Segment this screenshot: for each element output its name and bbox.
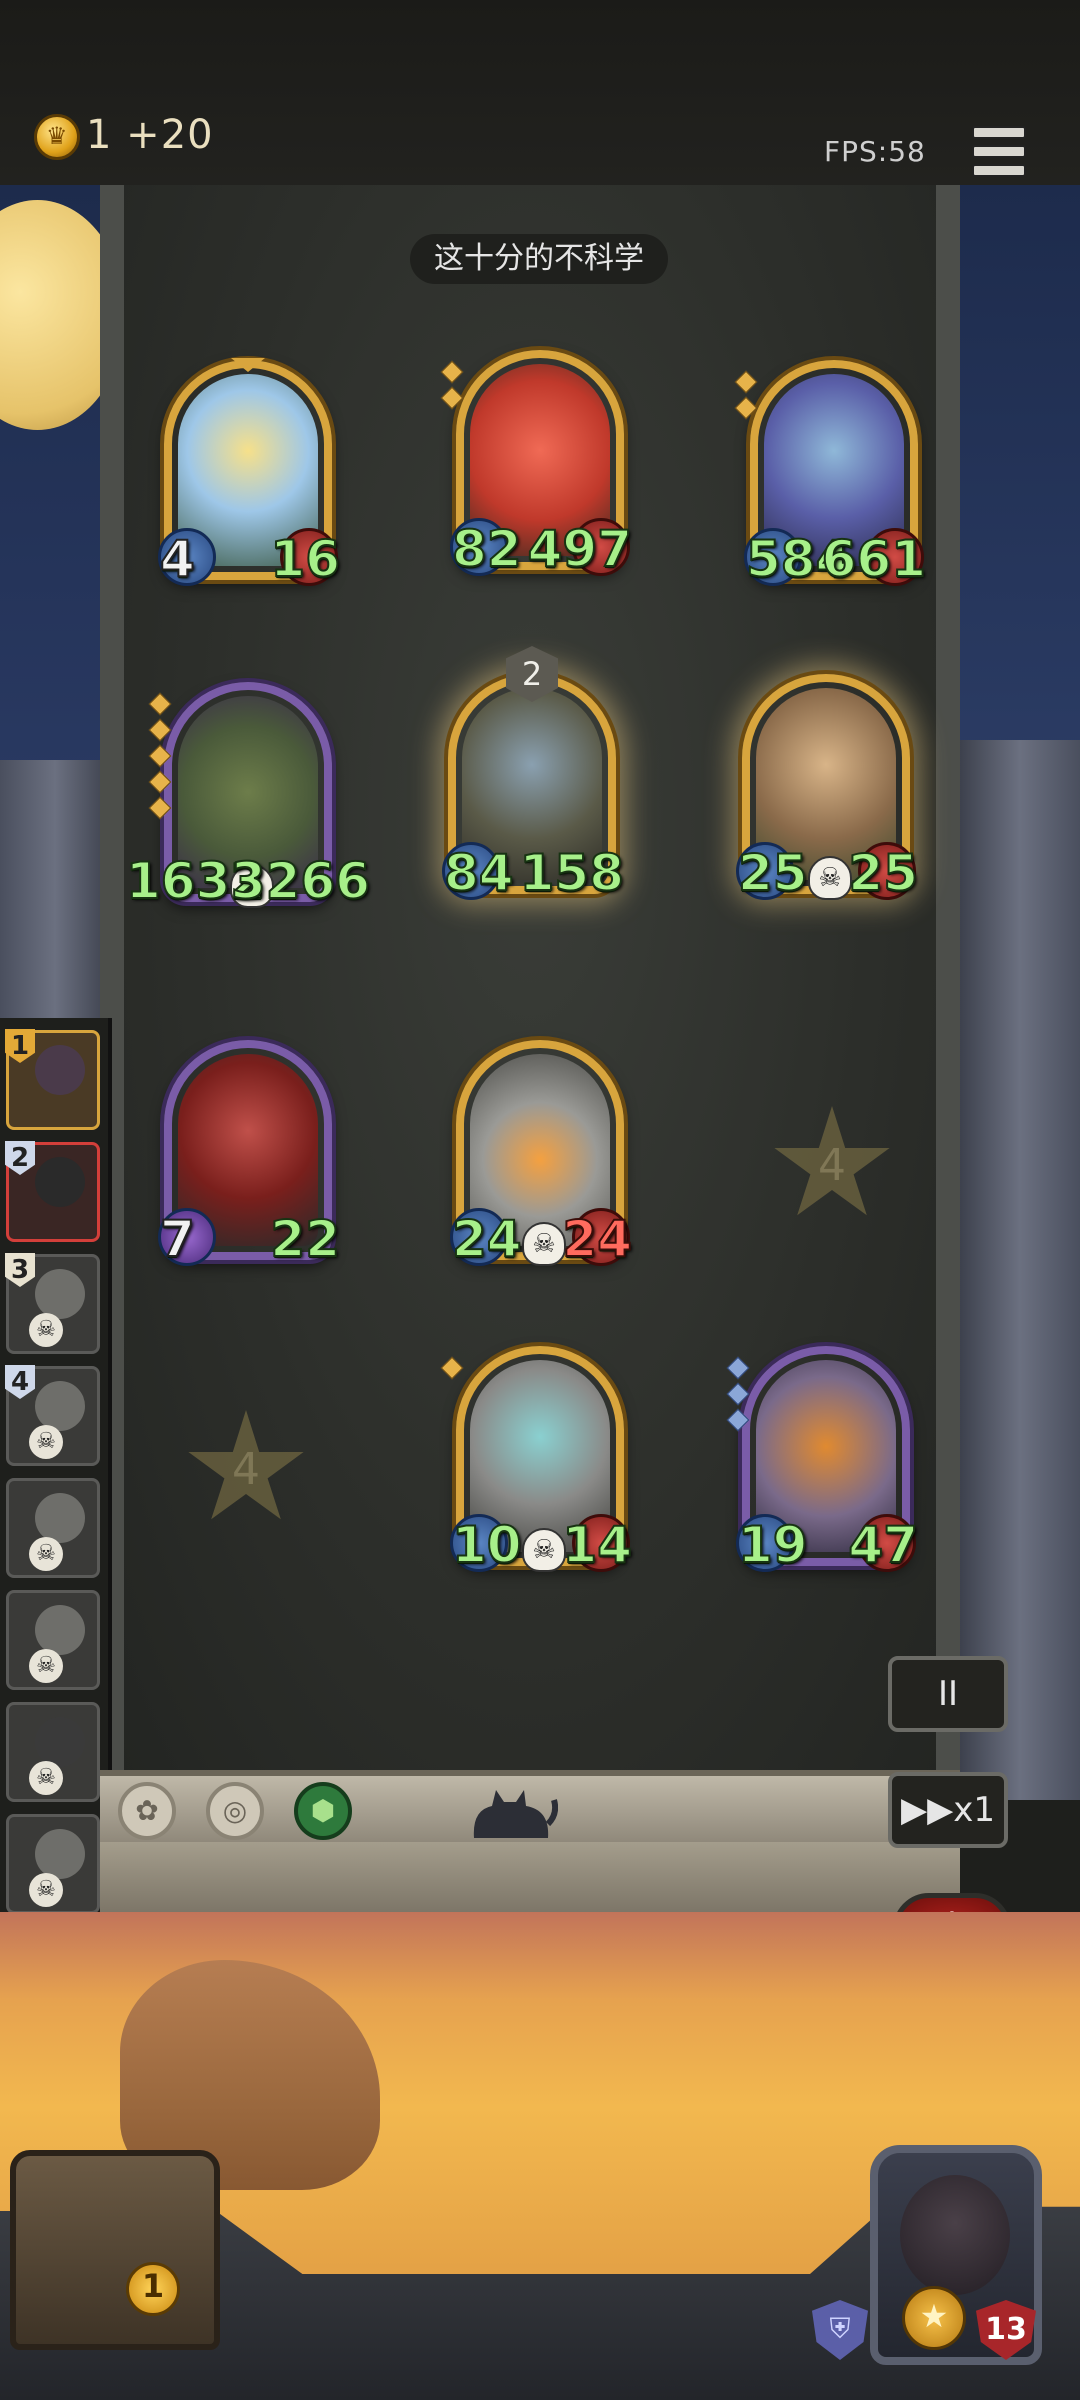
ring-relic-icon[interactable]: ◎	[206, 1782, 264, 1840]
card-health: 25	[847, 843, 919, 903]
skull-icon: ☠	[29, 1425, 63, 1459]
card-health: 3266	[230, 851, 371, 911]
unit-card-hooded-assassin[interactable]: 7 22	[158, 1040, 341, 1269]
queue-slot[interactable]: 1	[5, 1029, 100, 1130]
chest-count-badge: 1	[126, 2262, 180, 2316]
queue-slot[interactable]: 3 ☠	[5, 1253, 100, 1354]
card-health: 158	[519, 843, 625, 903]
queue-number: 4	[5, 1365, 35, 1399]
card-health: 14	[561, 1515, 633, 1575]
skull-icon: ☠	[522, 1222, 566, 1266]
treasure-chest-button[interactable]	[10, 2150, 220, 2350]
card-attack: 4	[159, 529, 196, 589]
queue-slot[interactable]: 4 ☠	[5, 1365, 100, 1466]
skull-icon: ☠	[808, 856, 852, 900]
top-bar: 1 +20 FPS:58	[0, 0, 1080, 189]
skull-icon: ☠	[29, 1313, 63, 1347]
gold-coin-icon	[34, 114, 80, 160]
unit-card-red-ogre[interactable]: 82 497	[440, 350, 633, 579]
card-health: 24	[561, 1209, 633, 1269]
skull-icon: ☠	[29, 1761, 63, 1795]
unit-card-fairy[interactable]: 4 16	[158, 358, 341, 589]
unit-card-flower-lady[interactable]: ☠ 25 25	[736, 674, 919, 903]
black-cat-icon	[473, 1790, 558, 1838]
skull-icon: ☠	[29, 1537, 63, 1571]
card-health: 661	[821, 529, 927, 589]
unit-portrait	[35, 1381, 85, 1431]
card-attack: 10	[451, 1515, 523, 1575]
queue-number: 2	[5, 1141, 35, 1175]
unit-portrait	[35, 1829, 85, 1879]
unit-portrait	[35, 1493, 85, 1543]
fps-counter: FPS:58	[824, 135, 926, 168]
unit-card-mushroom-spider[interactable]: 2 84 158	[442, 646, 625, 903]
hex-nut-relic-icon[interactable]: ⬢	[294, 1782, 352, 1840]
unit-portrait	[35, 1605, 85, 1655]
pause-button[interactable]: II	[888, 1656, 1008, 1732]
unit-card-pumpkin-knight[interactable]: 19 47	[726, 1346, 919, 1575]
star-rank-gems-icon	[440, 1356, 464, 1386]
card-attack: 84	[443, 843, 515, 903]
star-rank-gems-icon	[148, 692, 172, 826]
card-health: 16	[269, 529, 341, 589]
star-rank-gems-icon	[440, 360, 464, 416]
queue-slot[interactable]: ☠	[6, 1478, 100, 1578]
card-attack: 19	[737, 1515, 809, 1575]
speed-button[interactable]: ▶▶x1	[888, 1772, 1008, 1848]
unit-portrait	[35, 1269, 85, 1319]
queue-slot[interactable]: ☠	[6, 1590, 100, 1690]
chalk-star-label: 4	[818, 1140, 846, 1191]
stone-pillar-right	[960, 740, 1080, 1800]
gold-counter: 1 +20	[86, 112, 214, 158]
skull-icon: ☠	[29, 1649, 63, 1683]
unit-card-elf-sorceress[interactable]: 584 661	[734, 360, 927, 589]
queue-number: 1	[5, 1029, 35, 1063]
card-attack: 7	[159, 1209, 196, 1269]
queue-number: 3	[5, 1253, 35, 1287]
unit-portrait	[35, 1045, 85, 1095]
queue-slot[interactable]: 2	[5, 1141, 100, 1242]
queue-slot[interactable]: ☠	[6, 1814, 100, 1914]
star-rank-gems-icon	[734, 370, 758, 426]
unit-portrait	[35, 1157, 85, 1207]
unit-card-windup-robot[interactable]: ☠ 24 24	[450, 1040, 633, 1269]
board-title: 这十分的不科学	[410, 234, 668, 284]
gold-income: +20	[126, 112, 214, 158]
unit-card-rock-golem[interactable]: ☠ 1632 3266	[125, 682, 371, 911]
hamburger-menu-icon[interactable]	[972, 126, 1026, 177]
unit-portrait	[35, 1717, 85, 1767]
card-health: 22	[269, 1209, 341, 1269]
flower-relic-icon[interactable]: ✿	[118, 1782, 176, 1840]
card-health: 497	[527, 519, 633, 579]
turn-order-queue: 1 2 3 ☠ 4 ☠ ☠ ☠ ☠ ☠	[0, 1018, 112, 1948]
card-top-ornament	[231, 358, 265, 372]
hero-portrait-image	[900, 2175, 1010, 2295]
card-health: 47	[847, 1515, 919, 1575]
star-rank-gems-icon	[726, 1356, 750, 1438]
unit-card-lamp-robot[interactable]: ☠ 10 14	[440, 1346, 633, 1575]
star-icon[interactable]: ★	[902, 2286, 966, 2350]
gold-value: 1	[86, 112, 113, 158]
card-attack: 82	[451, 519, 523, 579]
skull-icon: ☠	[29, 1873, 63, 1907]
card-attack: 24	[451, 1209, 523, 1269]
board-ledge	[100, 1842, 960, 1912]
queue-slot[interactable]: ☠	[6, 1702, 100, 1802]
skull-icon: ☠	[522, 1528, 566, 1572]
card-attack: 25	[737, 843, 809, 903]
chalk-star-label: 4	[232, 1444, 260, 1495]
